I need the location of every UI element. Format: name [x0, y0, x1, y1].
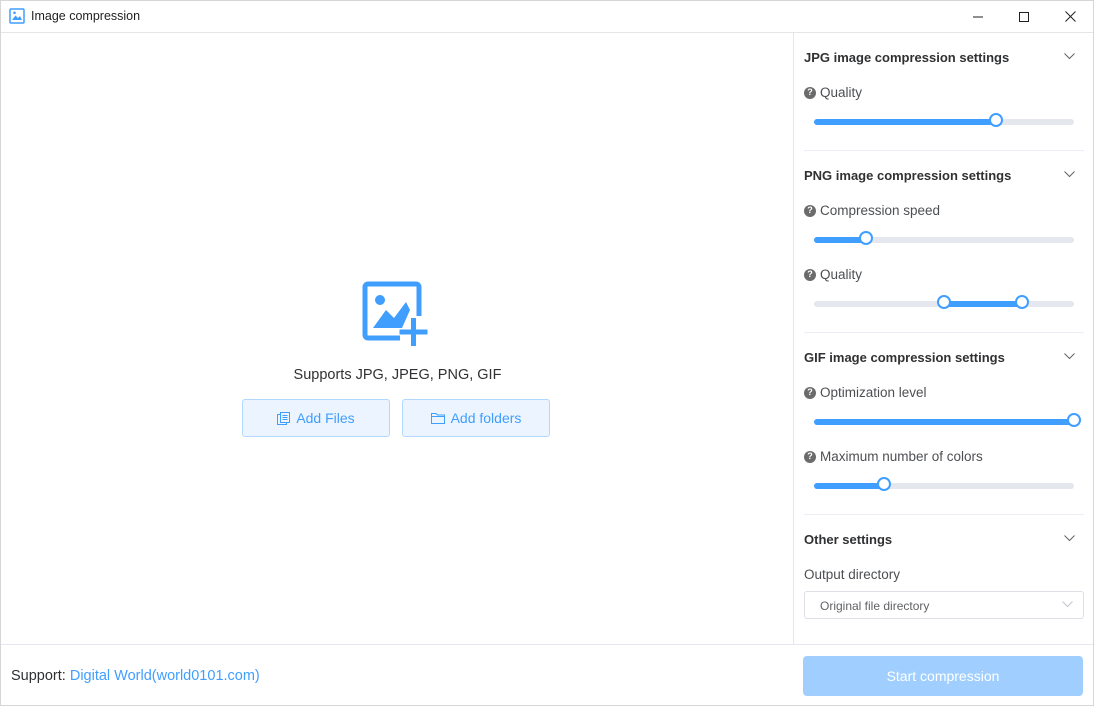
section-divider: [804, 332, 1084, 333]
footer: Support: Digital World(world0101.com) St…: [1, 644, 1093, 705]
help-icon[interactable]: ?: [804, 268, 816, 281]
png-quality-range-slider[interactable]: [814, 295, 1074, 309]
gif-section-header[interactable]: GIF image compression settings: [804, 350, 1005, 365]
minimize-icon: [973, 16, 983, 17]
chevron-down-icon[interactable]: [1064, 535, 1075, 542]
slider-thumb[interactable]: [1067, 413, 1081, 427]
app-logo-icon: [9, 8, 25, 24]
supported-formats-text: Supports JPG, JPEG, PNG, GIF: [293, 367, 502, 383]
slider-fill: [814, 483, 885, 489]
png-speed-slider[interactable]: [814, 231, 1074, 245]
jpg-quality-slider[interactable]: [814, 113, 1074, 127]
jpg-quality-label-text: Quality: [820, 85, 863, 100]
gif-colors-slider[interactable]: [814, 477, 1074, 491]
slider-thumb-max[interactable]: [1015, 295, 1029, 309]
output-directory-value: Original file directory: [820, 599, 930, 613]
window-title: Image compression: [31, 9, 141, 23]
png-speed-label-text: Compression speed: [820, 203, 941, 218]
files-icon: [277, 411, 291, 425]
title-bar: Image compression: [1, 1, 1093, 33]
drop-zone[interactable]: Supports JPG, JPEG, PNG, GIF Add Files A…: [1, 33, 792, 644]
section-divider: [804, 150, 1084, 151]
chevron-down-icon[interactable]: [1064, 353, 1075, 360]
gif-optimization-label: ? Optimization level: [804, 385, 927, 400]
chevron-down-icon[interactable]: [1064, 53, 1075, 60]
chevron-down-icon: [1062, 601, 1073, 608]
help-icon[interactable]: ?: [804, 450, 816, 463]
slider-fill: [944, 301, 1022, 307]
gif-optimization-slider[interactable]: [814, 413, 1081, 427]
app-window: Image compression Supports JPG, JPEG, PN…: [0, 0, 1094, 706]
settings-panel: JPG image compression settings ? Quality…: [793, 33, 1093, 644]
section-divider: [804, 514, 1084, 515]
output-directory-label: Output directory: [804, 567, 901, 582]
add-folders-button[interactable]: Add folders: [402, 399, 550, 437]
help-icon[interactable]: ?: [804, 204, 816, 217]
image-add-icon: [362, 281, 428, 346]
slider-thumb-min[interactable]: [937, 295, 951, 309]
other-section-header[interactable]: Other settings: [804, 532, 892, 547]
slider-fill: [814, 419, 1074, 425]
gif-colors-label-text: Maximum number of colors: [820, 449, 983, 464]
minimize-button[interactable]: [955, 1, 1001, 32]
png-quality-label-text: Quality: [820, 267, 863, 282]
start-compression-button[interactable]: Start compression: [803, 656, 1083, 696]
support-prefix: Support:: [11, 668, 70, 684]
chevron-down-icon[interactable]: [1064, 171, 1075, 178]
folder-icon: [430, 413, 445, 424]
output-directory-select[interactable]: Original file directory: [804, 591, 1084, 619]
add-files-label: Add Files: [296, 410, 355, 426]
support-link[interactable]: Digital World(world0101.com): [70, 668, 260, 684]
help-icon[interactable]: ?: [804, 386, 816, 399]
png-speed-label: ? Compression speed: [804, 203, 940, 218]
png-section-header[interactable]: PNG image compression settings: [804, 168, 1011, 183]
slider-fill: [814, 119, 996, 125]
close-button[interactable]: [1047, 1, 1093, 32]
gif-colors-label: ? Maximum number of colors: [804, 449, 983, 464]
slider-thumb[interactable]: [989, 113, 1003, 127]
gif-optimization-label-text: Optimization level: [820, 385, 927, 400]
slider-thumb[interactable]: [859, 231, 873, 245]
png-quality-label: ? Quality: [804, 267, 862, 282]
jpg-section-header[interactable]: JPG image compression settings: [804, 50, 1009, 65]
support-text: Support: Digital World(world0101.com): [11, 668, 260, 684]
help-icon[interactable]: ?: [804, 86, 816, 99]
add-folders-label: Add folders: [450, 410, 522, 426]
maximize-button[interactable]: [1001, 1, 1047, 32]
close-icon: [1064, 11, 1076, 22]
maximize-icon: [1019, 11, 1029, 22]
jpg-quality-label: ? Quality: [804, 85, 862, 100]
add-files-button[interactable]: Add Files: [242, 399, 390, 437]
